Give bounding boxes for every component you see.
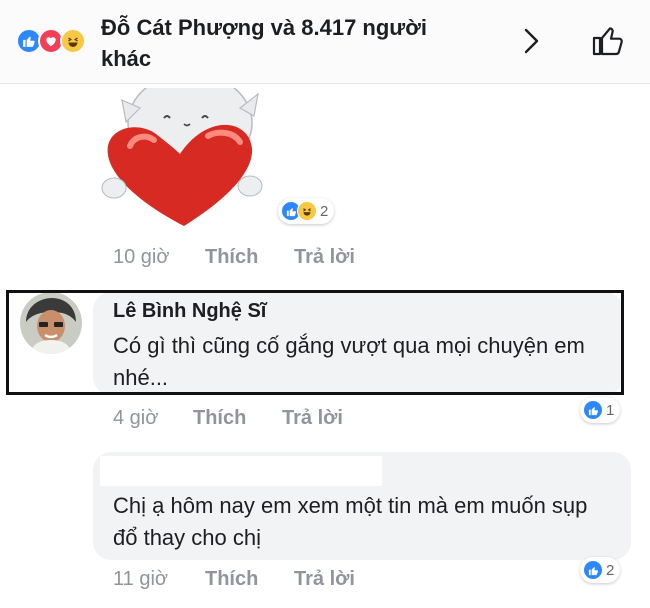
like-button[interactable]: Thích xyxy=(193,407,282,430)
haha-icon xyxy=(297,201,317,221)
reply-button[interactable]: Trả lời xyxy=(294,568,355,591)
haha-icon xyxy=(60,28,86,54)
like-button[interactable]: Thích xyxy=(205,246,294,269)
reaction-count: 1 xyxy=(606,401,615,419)
comment2-actions: 11 giờ Thích Trả lời xyxy=(113,566,355,592)
comment2-reaction-summary[interactable]: 2 xyxy=(580,557,621,583)
chevron-right-icon[interactable] xyxy=(520,26,542,56)
comment1-reaction-summary[interactable]: 1 xyxy=(580,397,621,423)
heart-sticker-image xyxy=(101,88,263,226)
like-icon xyxy=(583,560,603,580)
like-icon xyxy=(583,400,603,420)
comment-timestamp[interactable]: 10 giờ xyxy=(113,246,205,269)
reaction-count: 2 xyxy=(320,202,329,220)
comment-timestamp[interactable]: 11 giờ xyxy=(113,568,205,591)
like-button[interactable]: Thích xyxy=(205,568,294,591)
highlight-box xyxy=(6,290,624,395)
comment-timestamp[interactable]: 4 giờ xyxy=(113,407,193,430)
redacted-author xyxy=(100,456,382,486)
sticker-comment-actions: 10 giờ Thích Trả lời xyxy=(113,244,355,270)
reply-button[interactable]: Trả lời xyxy=(294,246,355,269)
comment1-actions: 4 giờ Thích Trả lời xyxy=(113,405,343,431)
reactors-title[interactable]: Đỗ Cát Phượng và 8.417 người khác xyxy=(101,12,461,74)
sticker-reaction-summary[interactable]: 2 xyxy=(278,198,335,224)
comment-text: Chị ạ hôm nay em xem một tin mà em muốn … xyxy=(113,493,588,550)
reaction-count: 2 xyxy=(606,561,615,579)
reactions-header: Đỗ Cát Phượng và 8.417 người khác xyxy=(0,0,650,84)
thumbs-up-icon[interactable] xyxy=(590,22,626,58)
reaction-summary[interactable] xyxy=(16,28,96,54)
reply-button[interactable]: Trả lời xyxy=(282,407,343,430)
